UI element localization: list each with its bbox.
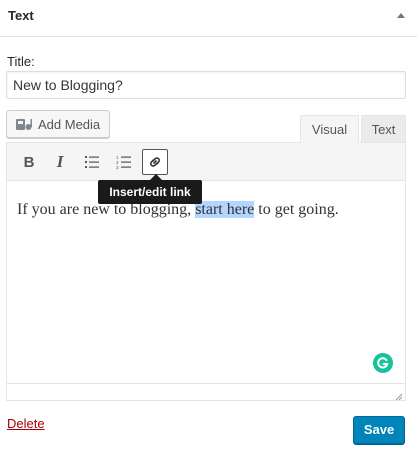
editor-content[interactable]: If you are new to blogging, start here t… [7,181,405,383]
grammarly-icon[interactable] [373,353,393,373]
link-icon[interactable] [142,149,168,175]
save-button[interactable]: Save [353,416,405,444]
media-icon [15,117,33,133]
bold-icon[interactable]: B [16,149,42,175]
editor-statusbar [7,383,405,401]
link-tooltip: Insert/edit link [98,180,202,204]
widget-header: Text [0,0,417,37]
delete-link[interactable]: Delete [7,416,45,431]
editor: B I 1 2 3 If you are new to blogging, st… [6,142,406,401]
triangle-up-icon[interactable] [393,8,409,24]
numbered-list-icon[interactable]: 1 2 3 [111,149,137,175]
svg-text:3: 3 [116,165,119,169]
title-label: Title: [7,54,35,69]
content-text-after: to get going. [254,201,339,218]
resize-handle-icon[interactable] [393,388,403,401]
widget-title: Text [8,8,34,23]
editor-toolbar: B I 1 2 3 [7,143,405,181]
italic-icon[interactable]: I [47,149,73,175]
tab-text[interactable]: Text [361,115,406,143]
add-media-label: Add Media [38,117,101,132]
bullet-list-icon[interactable] [79,149,105,175]
selected-text: start here [195,201,255,218]
text-widget: Text Title: Add Media Visual Text B I [0,0,417,450]
title-input[interactable] [6,71,406,99]
add-media-button[interactable]: Add Media [6,110,110,138]
tab-visual[interactable]: Visual [300,115,359,143]
